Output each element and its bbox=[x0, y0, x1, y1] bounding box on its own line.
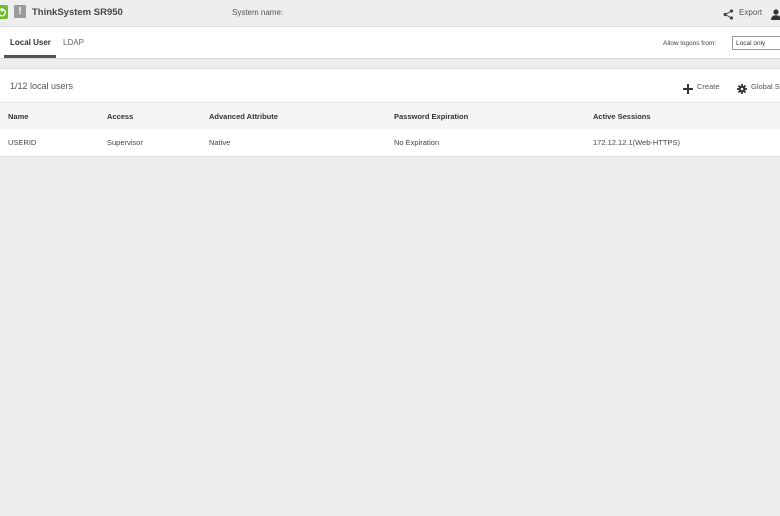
local-users-panel: 1/12 local users Create Global S Name Ac… bbox=[0, 68, 780, 157]
global-settings-button[interactable]: Global S bbox=[751, 82, 780, 91]
plus-icon[interactable] bbox=[683, 81, 693, 99]
power-icon[interactable] bbox=[0, 5, 8, 19]
column-header-advanced-attribute[interactable]: Advanced Attribute bbox=[209, 112, 278, 121]
column-header-access[interactable]: Access bbox=[107, 112, 133, 121]
app-title: ThinkSystem SR950 bbox=[32, 7, 123, 18]
tab-local-user[interactable]: Local User bbox=[10, 38, 51, 47]
allow-logons-select[interactable]: Local only bbox=[732, 36, 780, 50]
warning-icon[interactable]: ! bbox=[14, 5, 26, 18]
user-icon[interactable] bbox=[771, 7, 780, 25]
top-bar: ! ThinkSystem SR950 System name: Export bbox=[0, 0, 780, 27]
cell-access: Supervisor bbox=[107, 138, 143, 147]
create-button[interactable]: Create bbox=[697, 82, 720, 91]
table-header: Name Access Advanced Attribute Password … bbox=[0, 102, 780, 130]
cell-name: USERID bbox=[8, 138, 37, 147]
active-tab-indicator bbox=[4, 55, 56, 58]
share-icon[interactable] bbox=[723, 7, 734, 25]
column-header-password-expiration[interactable]: Password Expiration bbox=[394, 112, 468, 121]
cell-password-expiration: No Expiration bbox=[394, 138, 440, 147]
system-name-label: System name: bbox=[232, 8, 284, 17]
cell-active-sessions: 172.12.12.1(Web-HTTPS) bbox=[593, 138, 680, 147]
user-count: 1/12 local users bbox=[10, 81, 74, 91]
tab-bar: Local User LDAP Allow logons from: Local… bbox=[0, 27, 780, 59]
column-header-name[interactable]: Name bbox=[8, 112, 28, 121]
table-row[interactable]: USERID Supervisor Native No Expiration 1… bbox=[0, 129, 780, 155]
cell-advanced-attribute: Native bbox=[209, 138, 231, 147]
gear-icon[interactable] bbox=[737, 81, 747, 99]
column-header-active-sessions[interactable]: Active Sessions bbox=[593, 112, 651, 121]
export-button[interactable]: Export bbox=[739, 8, 762, 17]
tab-ldap[interactable]: LDAP bbox=[63, 38, 84, 47]
allow-logons-label: Allow logons from: bbox=[663, 40, 717, 47]
